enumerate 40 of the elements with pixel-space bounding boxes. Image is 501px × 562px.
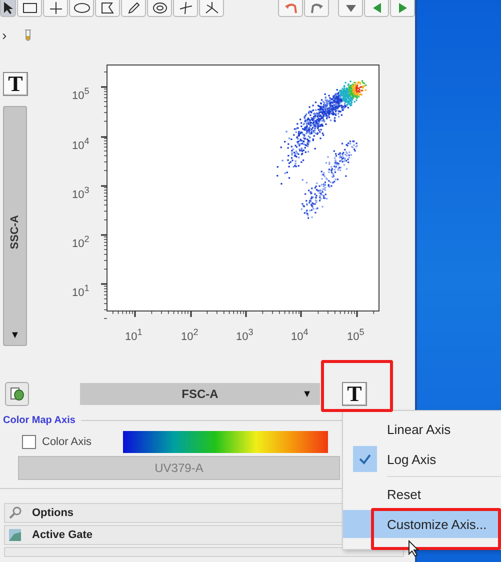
spider-tool-icon[interactable] [199,0,224,17]
y-tick-label: 10$^{4}$ [72,135,90,152]
redo-icon[interactable] [304,0,329,17]
expand-toggle[interactable]: › [2,28,7,42]
menu-item[interactable]: Customize Axis... [343,510,501,538]
y-tick-label: 10$^{3}$ [72,184,90,201]
y-axis-text-button[interactable]: T [3,72,28,96]
dropdown-icon[interactable] [338,0,363,17]
menu-item[interactable]: Linear Axis [343,415,501,443]
checkbox-label: Color Axis [42,436,93,448]
x-axis-text-button[interactable]: T [342,382,367,406]
rectangle-tool-icon[interactable] [17,0,42,17]
pointer-tool-icon[interactable] [0,0,16,17]
gate-icon [8,528,22,542]
quadrant-tool-icon[interactable] [173,0,198,17]
x-tick-label: 10$^{5}$ [347,326,364,343]
checkmark-icon [358,453,372,465]
tube-icon [22,29,33,43]
gate-button[interactable] [5,382,29,406]
crosshair-tool-icon[interactable] [43,0,68,17]
search-icon [8,506,22,520]
y-tick-label: 10$^{5}$ [72,85,90,102]
y-axis-parameter-dropdown[interactable]: SSC-A ▼ [3,106,27,346]
y-tick-label: 10$^{2}$ [72,233,90,250]
blob-tool-icon[interactable] [147,0,172,17]
x-tick-label: 10$^{3}$ [236,326,254,343]
polygon-tool-icon[interactable] [95,0,120,17]
x-tick-label: 10$^{4}$ [291,326,308,343]
x-tick-label: 10$^{2}$ [181,326,198,343]
color-map-heading: Color Map Axis [3,414,76,426]
undo-icon[interactable] [278,0,303,17]
y-tick-label: 10$^{1}$ [72,282,90,299]
pencil-icon[interactable] [121,0,146,17]
x-axis-parameter-dropdown[interactable]: FSC-A ▼ [80,383,320,405]
ellipse-tool-icon[interactable] [69,0,94,17]
mouse-cursor-icon [408,540,420,557]
highlight-frame [321,360,393,412]
menu-item[interactable]: Log Axis [343,445,501,473]
gate-icon [10,386,24,402]
x-tick-label: 10$^{1}$ [125,326,142,343]
